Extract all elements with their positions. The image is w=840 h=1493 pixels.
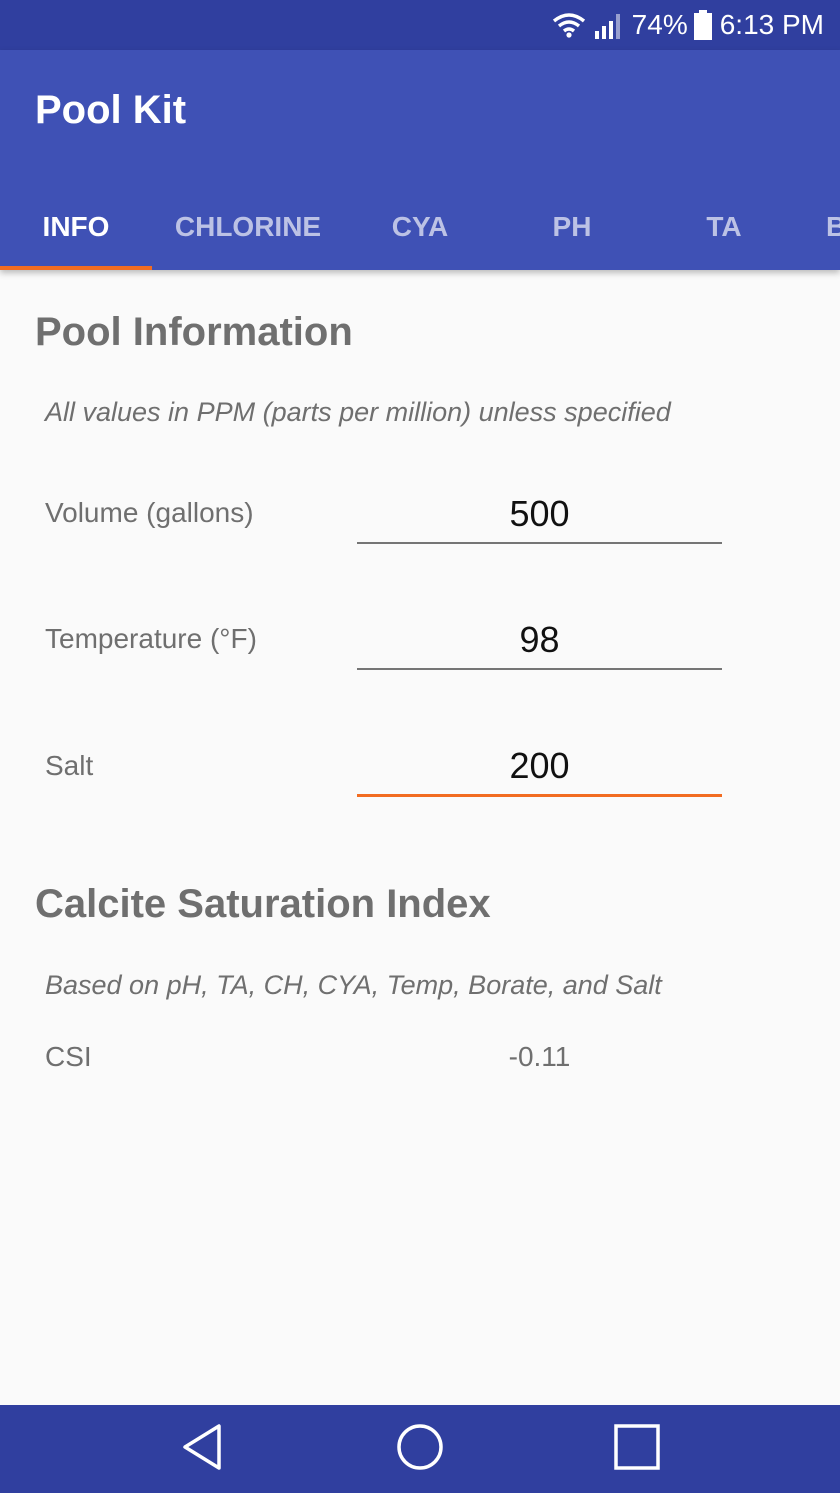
status-bar: 74% 6:13 PM [0, 0, 840, 50]
temperature-label: Temperature (°F) [45, 623, 257, 654]
tab-bar: INFO CHLORINE CYA PH TA B [0, 184, 840, 270]
battery-percent: 74% [631, 9, 688, 40]
app-bar: Pool Kit INFO CHLORINE CYA PH TA B [0, 50, 840, 270]
recents-button[interactable] [587, 1405, 687, 1493]
app-title: Pool Kit [35, 88, 187, 132]
salt-input[interactable] [357, 738, 722, 797]
tab-ph[interactable]: PH [496, 184, 648, 270]
volume-label: Volume (gallons) [45, 497, 254, 528]
csi-label: CSI [45, 1041, 92, 1072]
battery-icon [693, 10, 712, 40]
tab-chlorine[interactable]: CHLORINE [172, 184, 324, 270]
tab-label: PH [552, 211, 592, 242]
csi-value: -0.11 [508, 1041, 571, 1072]
pool-info-subtitle: All values in PPM (parts per million) un… [45, 397, 671, 427]
tab-indicator [0, 266, 152, 270]
home-icon [395, 1422, 445, 1477]
tab-label: INFO [42, 211, 110, 242]
tab-b[interactable]: B [800, 184, 840, 270]
csi-title: Calcite Saturation Index [35, 882, 491, 926]
navigation-bar [0, 1405, 840, 1493]
tab-label: CYA [391, 211, 449, 242]
tab-label: CHLORINE [174, 211, 322, 242]
status-time: 6:13 PM [719, 9, 824, 40]
recents-icon [613, 1423, 661, 1476]
signal-icon [594, 11, 624, 39]
temperature-input[interactable] [357, 612, 722, 670]
tab-cya[interactable]: CYA [344, 184, 496, 270]
tab-label: B [826, 211, 840, 242]
home-button[interactable] [370, 1405, 470, 1493]
pool-info-title: Pool Information [35, 310, 353, 354]
volume-input[interactable] [357, 486, 722, 544]
salt-label: Salt [45, 750, 94, 781]
tab-ta[interactable]: TA [648, 184, 800, 270]
csi-subtitle: Based on pH, TA, CH, CYA, Temp, Borate, … [45, 970, 662, 1000]
tab-info[interactable]: INFO [0, 184, 152, 270]
tab-label: TA [706, 211, 742, 242]
back-icon [181, 1423, 225, 1476]
back-button[interactable] [153, 1405, 253, 1493]
wifi-icon [552, 12, 586, 38]
